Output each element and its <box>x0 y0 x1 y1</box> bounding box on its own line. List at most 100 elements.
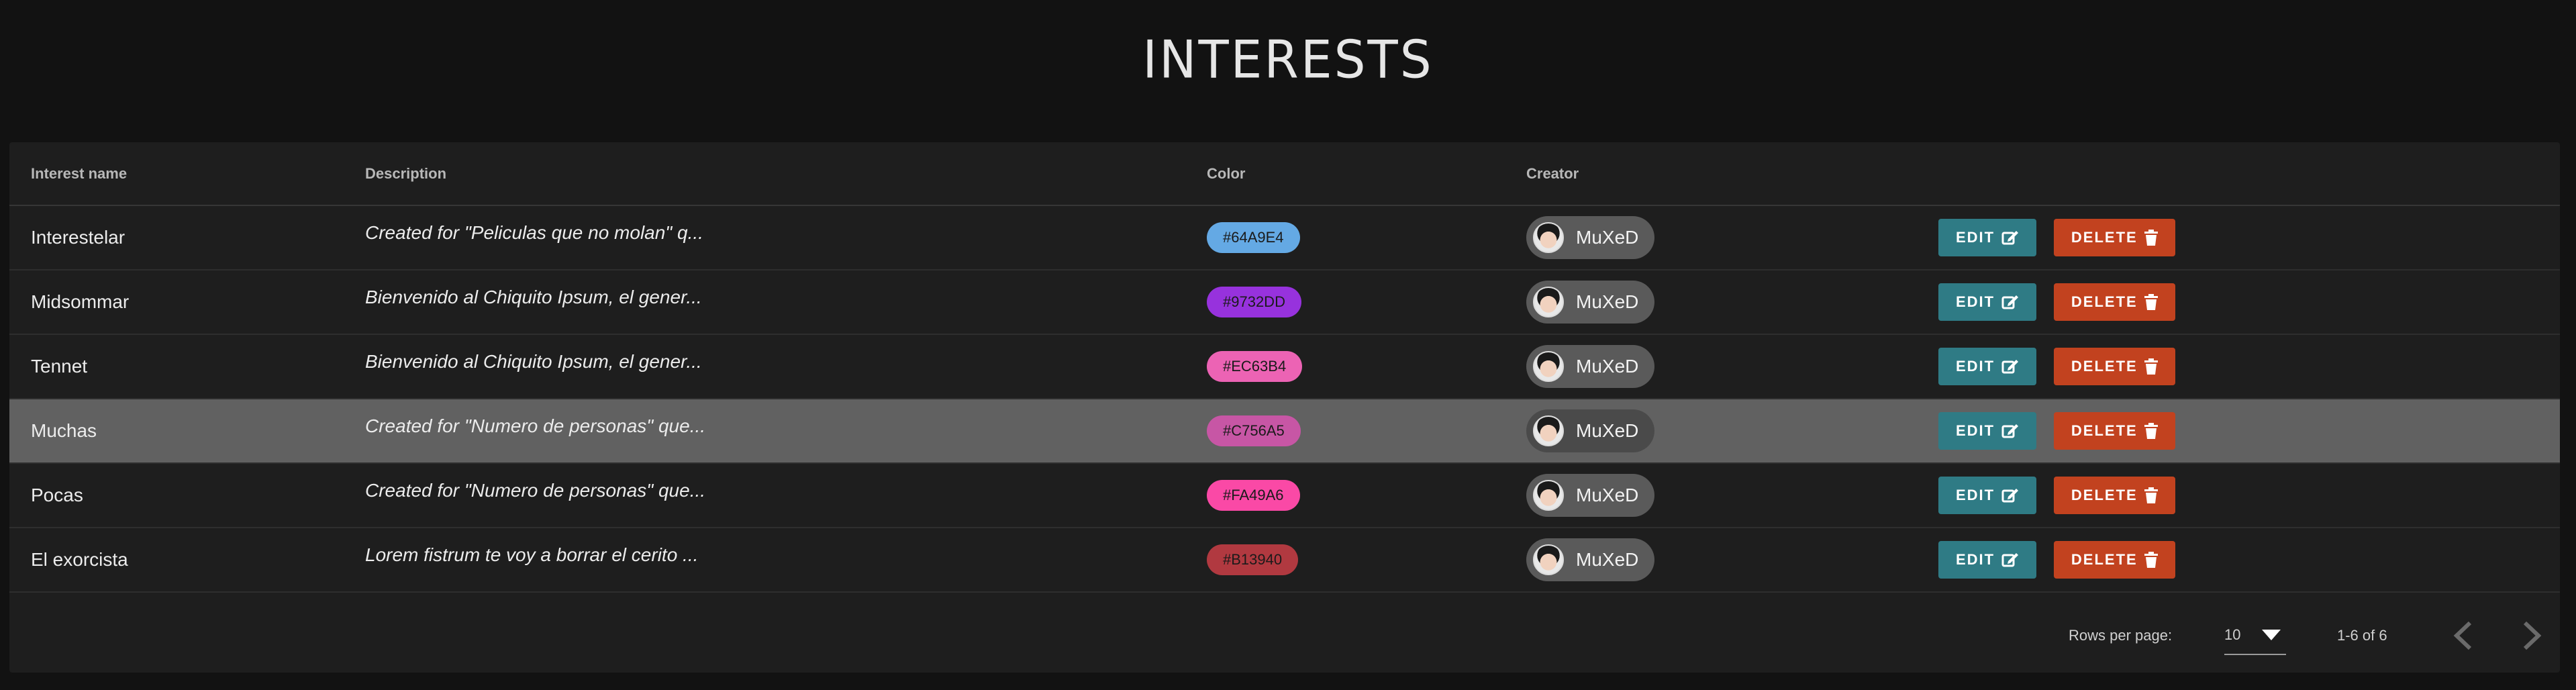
color-cell: #C756A5 <box>1207 399 1526 464</box>
creator-chip[interactable]: MuXeD <box>1526 409 1655 452</box>
rows-per-page-value: 10 <box>2224 626 2241 643</box>
delete-button-label: DELETE <box>2071 293 2138 310</box>
creator-chip[interactable]: MuXeD <box>1526 474 1655 517</box>
interests-table: Interest name Description Color Creator … <box>9 142 2560 593</box>
table-row[interactable]: Midsommar Bienvenido al Chiquito Ipsum, … <box>9 270 2560 335</box>
description-cell: Bienvenido al Chiquito Ipsum, el gener..… <box>365 270 1207 335</box>
table-row[interactable]: Pocas Created for "Numero de personas" q… <box>9 463 2560 528</box>
delete-button[interactable]: DELETE <box>2053 541 2175 579</box>
table-row[interactable]: Tennet Bienvenido al Chiquito Ipsum, el … <box>9 334 2560 399</box>
creator-chip[interactable]: MuXeD <box>1526 216 1655 259</box>
description-cell: Created for "Numero de personas" que... <box>365 463 1207 528</box>
trash-icon <box>2144 487 2158 503</box>
delete-button[interactable]: DELETE <box>2053 348 2175 385</box>
chevron-right-icon[interactable] <box>2520 620 2544 651</box>
chevron-left-icon[interactable] <box>2451 620 2475 651</box>
actions-cell: EDIT DELETE <box>1938 334 2560 399</box>
interest-description: Bienvenido al Chiquito Ipsum, el gener..… <box>365 351 702 372</box>
creator-chip[interactable]: MuXeD <box>1526 345 1655 388</box>
edit-button-label: EDIT <box>1956 358 1995 375</box>
description-cell: Created for "Numero de personas" que... <box>365 399 1207 464</box>
creator-cell: MuXeD <box>1526 205 1938 270</box>
interest-description: Created for "Peliculas que no molan" q..… <box>365 222 703 243</box>
creator-name: MuXeD <box>1576 356 1639 377</box>
interest-name-cell: Interestelar <box>9 205 365 270</box>
color-cell: #B13940 <box>1207 528 1526 593</box>
column-header-description[interactable]: Description <box>365 142 1207 206</box>
avatar-icon <box>1533 287 1564 317</box>
delete-button[interactable]: DELETE <box>2053 219 2175 256</box>
column-header-creator[interactable]: Creator <box>1526 142 1938 206</box>
delete-button-label: DELETE <box>2071 229 2138 246</box>
edit-button[interactable]: EDIT <box>1938 219 2037 256</box>
color-cell: #FA49A6 <box>1207 463 1526 528</box>
interest-name: Interestelar <box>31 227 126 248</box>
column-header-actions <box>1938 142 2560 206</box>
page-title: INTERESTS <box>1142 29 1434 91</box>
creator-chip[interactable]: MuXeD <box>1526 281 1655 324</box>
avatar-icon <box>1533 544 1564 575</box>
avatar-icon <box>1533 480 1564 511</box>
interest-description: Bienvenido al Chiquito Ipsum, el gener..… <box>365 287 702 307</box>
actions-cell: EDIT DELETE <box>1938 463 2560 528</box>
table-pagination: Rows per page: 10 1-6 of 6 <box>9 599 2560 673</box>
table-row[interactable]: El exorcista Lorem fistrum te voy a borr… <box>9 528 2560 593</box>
edit-button[interactable]: EDIT <box>1938 283 2037 321</box>
creator-name: MuXeD <box>1576 485 1639 505</box>
interest-description: Created for "Numero de personas" que... <box>365 480 706 501</box>
creator-name: MuXeD <box>1576 549 1639 570</box>
interest-name-cell: Pocas <box>9 463 365 528</box>
interest-description: Lorem fistrum te voy a borrar el cerito … <box>365 544 699 565</box>
delete-button[interactable]: DELETE <box>2053 412 2175 450</box>
description-cell: Created for "Peliculas que no molan" q..… <box>365 205 1207 270</box>
interests-table-card: Interest name Description Color Creator … <box>9 142 2560 673</box>
table-row[interactable]: Muchas Created for "Numero de personas" … <box>9 399 2560 464</box>
color-cell: #9732DD <box>1207 270 1526 335</box>
delete-button-label: DELETE <box>2071 551 2138 568</box>
delete-button[interactable]: DELETE <box>2053 477 2175 514</box>
actions-cell: EDIT DELETE <box>1938 270 2560 335</box>
creator-name: MuXeD <box>1576 227 1639 248</box>
edit-button[interactable]: EDIT <box>1938 412 2037 450</box>
delete-button-label: DELETE <box>2071 422 2138 439</box>
actions-cell: EDIT DELETE <box>1938 399 2560 464</box>
delete-button-label: DELETE <box>2071 358 2138 375</box>
color-chip: #FA49A6 <box>1207 480 1300 511</box>
pagination-range: 1-6 of 6 <box>2337 627 2387 644</box>
creator-cell: MuXeD <box>1526 399 1938 464</box>
interest-name: Midsommar <box>31 291 130 312</box>
trash-icon <box>2144 423 2158 439</box>
caret-down-icon <box>2262 630 2281 640</box>
delete-button-label: DELETE <box>2071 487 2138 503</box>
creator-chip[interactable]: MuXeD <box>1526 538 1655 581</box>
color-chip: #B13940 <box>1207 544 1299 575</box>
edit-button[interactable]: EDIT <box>1938 348 2037 385</box>
edit-button-label: EDIT <box>1956 551 1995 568</box>
interest-name-cell: Midsommar <box>9 270 365 335</box>
rows-per-page-label: Rows per page: <box>2069 627 2173 644</box>
creator-cell: MuXeD <box>1526 528 1938 593</box>
creator-name: MuXeD <box>1576 291 1639 312</box>
edit-button[interactable]: EDIT <box>1938 541 2037 579</box>
color-chip: #9732DD <box>1207 287 1301 317</box>
table-header-row: Interest name Description Color Creator <box>9 142 2560 206</box>
color-cell: #EC63B4 <box>1207 334 1526 399</box>
delete-button[interactable]: DELETE <box>2053 283 2175 321</box>
color-chip: #EC63B4 <box>1207 351 1303 382</box>
avatar-icon <box>1533 351 1564 382</box>
creator-name: MuXeD <box>1576 420 1639 441</box>
table-row[interactable]: Interestelar Created for "Peliculas que … <box>9 205 2560 270</box>
rows-per-page-select[interactable]: 10 <box>2224 616 2286 655</box>
interest-name: Pocas <box>31 485 83 505</box>
actions-cell: EDIT DELETE <box>1938 528 2560 593</box>
edit-button-label: EDIT <box>1956 293 1995 310</box>
creator-cell: MuXeD <box>1526 463 1938 528</box>
column-header-name[interactable]: Interest name <box>9 142 365 206</box>
interest-description: Created for "Numero de personas" que... <box>365 415 706 436</box>
edit-button-label: EDIT <box>1956 422 1995 439</box>
edit-icon <box>2001 360 2019 374</box>
description-cell: Bienvenido al Chiquito Ipsum, el gener..… <box>365 334 1207 399</box>
edit-button[interactable]: EDIT <box>1938 477 2037 514</box>
column-header-color[interactable]: Color <box>1207 142 1526 206</box>
actions-cell: EDIT DELETE <box>1938 205 2560 270</box>
